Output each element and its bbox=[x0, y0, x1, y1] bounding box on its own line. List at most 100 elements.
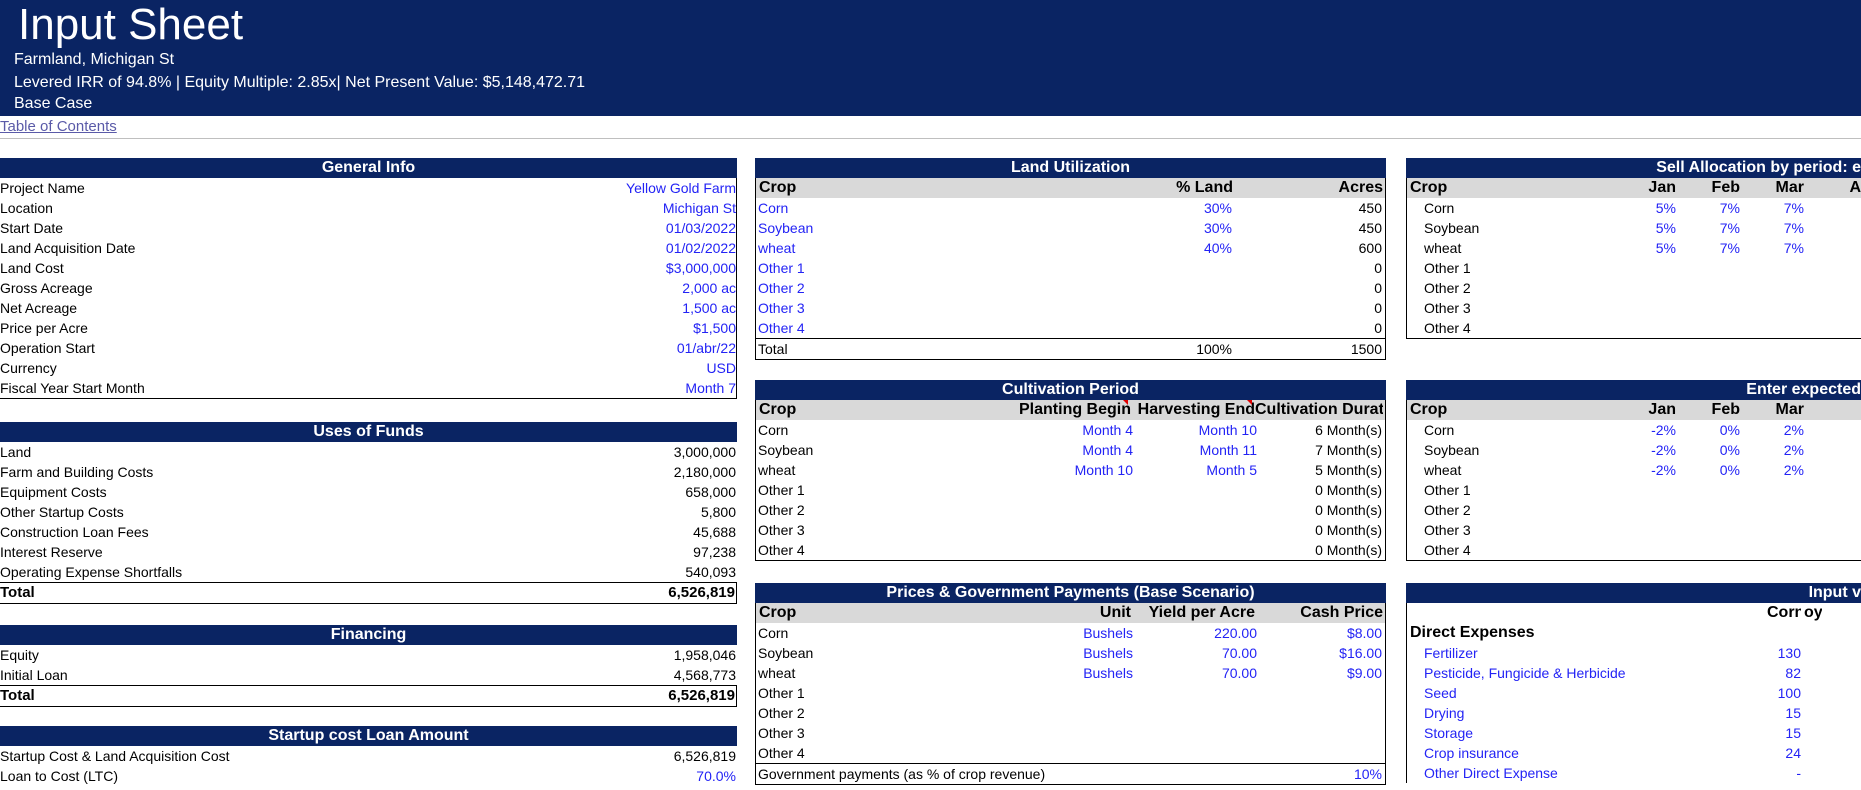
yield-input[interactable] bbox=[1133, 723, 1257, 743]
jan-input[interactable] bbox=[1610, 258, 1676, 278]
row-value-input[interactable]: 1,500 ac bbox=[500, 298, 736, 318]
harvesting-end-input[interactable]: Month 10 bbox=[1133, 420, 1257, 440]
mar-input[interactable] bbox=[1740, 318, 1804, 338]
crop-name-input[interactable]: Corn bbox=[756, 198, 1061, 218]
unit-input[interactable]: Bushels bbox=[961, 623, 1133, 643]
feb-input[interactable] bbox=[1676, 500, 1740, 520]
yield-input[interactable] bbox=[1133, 743, 1257, 763]
cash-price-input[interactable]: $8.00 bbox=[1257, 623, 1382, 643]
feb-input[interactable]: 7% bbox=[1676, 198, 1740, 218]
expense-value-input[interactable]: - bbox=[1764, 763, 1801, 783]
crop-name-input[interactable]: wheat bbox=[756, 238, 1061, 258]
crop-name-input[interactable]: Soybean bbox=[756, 218, 1061, 238]
feb-input[interactable]: 7% bbox=[1676, 218, 1740, 238]
unit-input[interactable]: Bushels bbox=[961, 663, 1133, 683]
row-value-input[interactable]: $1,500 bbox=[500, 318, 736, 338]
jan-input[interactable]: -2% bbox=[1610, 460, 1676, 480]
row-value-input[interactable]: Month 7 bbox=[500, 378, 736, 398]
cash-price-input[interactable] bbox=[1257, 683, 1382, 703]
mar-input[interactable]: 7% bbox=[1740, 238, 1804, 258]
expense-value-input[interactable]: 130 bbox=[1764, 643, 1801, 663]
mar-input[interactable]: 7% bbox=[1740, 218, 1804, 238]
harvesting-end-input[interactable]: Month 5 bbox=[1133, 460, 1257, 480]
mar-input[interactable] bbox=[1740, 500, 1804, 520]
yield-input[interactable]: 70.00 bbox=[1133, 663, 1257, 683]
mar-input[interactable] bbox=[1740, 298, 1804, 318]
unit-input[interactable] bbox=[961, 723, 1133, 743]
mar-input[interactable]: 2% bbox=[1740, 460, 1804, 480]
expense-label-input[interactable]: Storage bbox=[1407, 723, 1764, 743]
planting-begin-input[interactable]: Month 10 bbox=[961, 460, 1133, 480]
crop-name-input[interactable]: Other 3 bbox=[756, 298, 1061, 318]
mar-input[interactable] bbox=[1740, 520, 1804, 540]
expense-value-input[interactable]: 24 bbox=[1764, 743, 1801, 763]
jan-input[interactable] bbox=[1610, 480, 1676, 500]
row-value-input[interactable]: $3,000,000 bbox=[500, 258, 736, 278]
feb-input[interactable] bbox=[1676, 298, 1740, 318]
row-value-input[interactable]: USD bbox=[500, 358, 736, 378]
mar-input[interactable]: 7% bbox=[1740, 198, 1804, 218]
harvesting-end-input[interactable]: Month 11 bbox=[1133, 440, 1257, 460]
expense-label-input[interactable]: Fertilizer bbox=[1407, 643, 1764, 663]
planting-begin-input[interactable]: Month 4 bbox=[961, 440, 1133, 460]
jan-input[interactable]: -2% bbox=[1610, 440, 1676, 460]
mar-input[interactable] bbox=[1740, 278, 1804, 298]
unit-input[interactable] bbox=[961, 743, 1133, 763]
expense-label-input[interactable]: Drying bbox=[1407, 703, 1764, 723]
government-payments-input[interactable]: 10% bbox=[1257, 764, 1382, 784]
expense-value-input[interactable]: 15 bbox=[1764, 723, 1801, 743]
crop-name-input[interactable]: Other 1 bbox=[756, 258, 1061, 278]
jan-input[interactable]: 5% bbox=[1610, 238, 1676, 258]
feb-input[interactable] bbox=[1676, 258, 1740, 278]
pct-land-input[interactable] bbox=[1061, 318, 1232, 338]
feb-input[interactable] bbox=[1676, 520, 1740, 540]
feb-input[interactable] bbox=[1676, 540, 1740, 560]
yield-input[interactable]: 220.00 bbox=[1133, 623, 1257, 643]
yield-input[interactable]: 70.00 bbox=[1133, 643, 1257, 663]
planting-begin-input[interactable] bbox=[961, 480, 1133, 500]
jan-input[interactable] bbox=[1610, 278, 1676, 298]
yield-input[interactable] bbox=[1133, 703, 1257, 723]
feb-input[interactable] bbox=[1676, 480, 1740, 500]
feb-input[interactable]: 0% bbox=[1676, 440, 1740, 460]
pct-land-input[interactable] bbox=[1061, 258, 1232, 278]
row-value-input[interactable]: 70.0% bbox=[500, 766, 736, 786]
harvesting-end-input[interactable] bbox=[1133, 540, 1257, 560]
yield-input[interactable] bbox=[1133, 683, 1257, 703]
feb-input[interactable]: 7% bbox=[1676, 238, 1740, 258]
feb-input[interactable] bbox=[1676, 318, 1740, 338]
planting-begin-input[interactable] bbox=[961, 540, 1133, 560]
expense-value-input[interactable]: 100 bbox=[1764, 683, 1801, 703]
pct-land-input[interactable]: 30% bbox=[1061, 218, 1232, 238]
harvesting-end-input[interactable] bbox=[1133, 500, 1257, 520]
jan-input[interactable]: 5% bbox=[1610, 198, 1676, 218]
mar-input[interactable] bbox=[1740, 258, 1804, 278]
comment-indicator-icon[interactable] bbox=[1247, 400, 1252, 405]
jan-input[interactable]: 5% bbox=[1610, 218, 1676, 238]
jan-input[interactable] bbox=[1610, 298, 1676, 318]
cash-price-input[interactable] bbox=[1257, 703, 1382, 723]
pct-land-input[interactable]: 30% bbox=[1061, 198, 1232, 218]
jan-input[interactable] bbox=[1610, 500, 1676, 520]
pct-land-input[interactable] bbox=[1061, 278, 1232, 298]
harvesting-end-input[interactable] bbox=[1133, 520, 1257, 540]
row-value-input[interactable]: 01/03/2022 bbox=[500, 218, 736, 238]
mar-input[interactable] bbox=[1740, 540, 1804, 560]
expense-label-input[interactable]: Pesticide, Fungicide & Herbicide bbox=[1407, 663, 1764, 683]
cash-price-input[interactable]: $9.00 bbox=[1257, 663, 1382, 683]
feb-input[interactable]: 0% bbox=[1676, 460, 1740, 480]
jan-input[interactable] bbox=[1610, 540, 1676, 560]
expense-label-input[interactable]: Crop insurance bbox=[1407, 743, 1764, 763]
pct-land-input[interactable]: 40% bbox=[1061, 238, 1232, 258]
cash-price-input[interactable]: $16.00 bbox=[1257, 643, 1382, 663]
jan-input[interactable] bbox=[1610, 318, 1676, 338]
unit-input[interactable] bbox=[961, 683, 1133, 703]
jan-input[interactable]: -2% bbox=[1610, 420, 1676, 440]
crop-name-input[interactable]: Other 2 bbox=[756, 278, 1061, 298]
row-value-input[interactable]: 01/02/2022 bbox=[500, 238, 736, 258]
mar-input[interactable]: 2% bbox=[1740, 440, 1804, 460]
table-of-contents-link[interactable]: Table of Contents bbox=[0, 117, 117, 137]
mar-input[interactable]: 2% bbox=[1740, 420, 1804, 440]
cash-price-input[interactable] bbox=[1257, 723, 1382, 743]
row-value-input[interactable]: 01/abr/22 bbox=[500, 338, 736, 358]
